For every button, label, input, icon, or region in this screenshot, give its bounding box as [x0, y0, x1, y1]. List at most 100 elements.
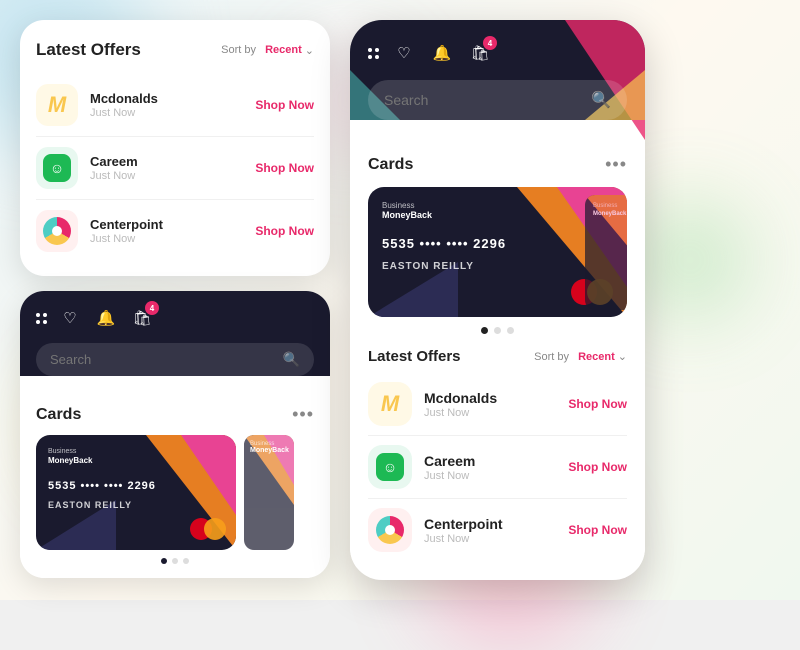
- heart-icon[interactable]: ♡: [57, 305, 83, 331]
- grid-icon: [36, 313, 47, 324]
- right-cards-title: Cards: [368, 156, 413, 174]
- offer-time: Just Now: [90, 233, 255, 245]
- card-dot-3[interactable]: [183, 558, 189, 564]
- right-phone: ♡ 🔔 🛍 4 🔍 Cards •••: [350, 20, 645, 580]
- right-offer-name-mcd: Mcdonalds: [424, 390, 568, 406]
- grid-icon: [368, 48, 379, 59]
- right-offer-cp: Centerpoint Just Now Shop Now: [368, 501, 627, 559]
- bottom-dark-header: ♡ 🔔 🛍 4 🔍: [20, 291, 330, 376]
- right-offer-name-careem: Careem: [424, 453, 568, 469]
- divider: [36, 199, 314, 200]
- card-content: Business MoneyBack 5535 •••• •••• 2296 E…: [48, 447, 224, 510]
- right-offer-time-cp: Just Now: [424, 533, 568, 545]
- right-credit-card[interactable]: Business MoneyBack 5535 •••• •••• 2296 E…: [368, 187, 627, 317]
- right-sort-recent[interactable]: Recent: [578, 351, 615, 363]
- bell-icon[interactable]: 🔔: [429, 40, 455, 66]
- right-card-dot-3[interactable]: [507, 327, 514, 334]
- rcc-holder-name: EASTON REILLY: [382, 261, 613, 272]
- dark-icons-row: ♡ 🔔 🛍 4: [36, 305, 314, 331]
- cp-inner-circle: [52, 226, 62, 236]
- offer-item-careem: ☺ Careem Just Now Shop Now: [36, 139, 314, 197]
- right-mcd-letter: M: [381, 391, 399, 417]
- top-phone-title: Latest Offers: [36, 40, 141, 60]
- right-offer-mcd: M Mcdonalds Just Now Shop Now: [368, 375, 627, 433]
- offer-time: Just Now: [90, 107, 255, 119]
- divider: [368, 435, 627, 436]
- divider: [36, 136, 314, 137]
- shop-now-button-cp[interactable]: Shop Now: [255, 224, 314, 238]
- cards-title: Cards: [36, 406, 81, 424]
- offer-name: Careem: [90, 154, 255, 169]
- top-phone: Latest Offers Sort by Recent ⌄ M Mcdonal…: [20, 20, 330, 276]
- card-dot-2[interactable]: [172, 558, 178, 564]
- right-careem-logo: ☺: [368, 445, 412, 489]
- offer-info-cp: Centerpoint Just Now: [90, 217, 255, 245]
- offer-info-mcd: Mcdonalds Just Now: [90, 91, 255, 119]
- bell-icon[interactable]: 🔔: [93, 305, 119, 331]
- page: Latest Offers Sort by Recent ⌄ M Mcdonal…: [0, 0, 800, 600]
- offer-item-cp: Centerpoint Just Now Shop Now: [36, 202, 314, 260]
- divider: [368, 498, 627, 499]
- right-offer-careem: ☺ Careem Just Now Shop Now: [368, 438, 627, 496]
- right-offer-info-mcd: Mcdonalds Just Now: [424, 390, 568, 419]
- right-cp-icon: [376, 516, 404, 544]
- right-cp-inner: [385, 525, 395, 535]
- right-card-dot-1[interactable]: [481, 327, 488, 334]
- sort-recent-value[interactable]: Recent: [265, 44, 302, 56]
- credit-card[interactable]: Business MoneyBack 5535 •••• •••• 2296 E…: [36, 435, 236, 550]
- right-card-dot-2[interactable]: [494, 327, 501, 334]
- right-sort-by: Sort by Recent ⌄: [534, 350, 627, 363]
- top-phone-header: Latest Offers Sort by Recent ⌄: [36, 40, 314, 60]
- shop-now-button-careem[interactable]: Shop Now: [255, 161, 314, 175]
- offer-item-mcd: M Mcdonalds Just Now Shop Now: [36, 76, 314, 134]
- more-options-button[interactable]: •••: [292, 404, 314, 425]
- credit-card-wrapper: Business MoneyBack 5535 •••• •••• 2296 E…: [36, 435, 314, 550]
- chevron-down-icon: ⌄: [618, 350, 627, 363]
- heart-icon[interactable]: ♡: [391, 40, 417, 66]
- right-dark-header: ♡ 🔔 🛍 4 🔍: [350, 20, 645, 120]
- offer-name: Mcdonalds: [90, 91, 255, 106]
- right-offer-info-cp: Centerpoint Just Now: [424, 516, 568, 545]
- search-icon: 🔍: [283, 351, 300, 368]
- mini-card-label-line2: MoneyBack: [250, 447, 289, 454]
- search-input[interactable]: [384, 92, 581, 108]
- mcd-letter: M: [48, 92, 66, 118]
- right-search-bar[interactable]: 🔍: [368, 80, 627, 120]
- right-offer-time-careem: Just Now: [424, 470, 568, 482]
- bottom-phone: ♡ 🔔 🛍 4 🔍 Cards •••: [20, 291, 330, 578]
- right-offer-time-mcd: Just Now: [424, 407, 568, 419]
- mc-yellow-circle: [204, 518, 226, 540]
- mastercard-logo: [190, 518, 226, 540]
- card-pagination-dots: [36, 558, 314, 564]
- left-column: Latest Offers Sort by Recent ⌄ M Mcdonal…: [20, 20, 330, 580]
- right-shop-now-careem[interactable]: Shop Now: [568, 460, 627, 474]
- right-shop-now-cp[interactable]: Shop Now: [568, 523, 627, 537]
- offer-name: Centerpoint: [90, 217, 255, 232]
- search-icon: 🔍: [591, 90, 611, 110]
- card-mini: Business MoneyBack: [244, 435, 294, 550]
- right-offers-header: Latest Offers Sort by Recent ⌄: [368, 348, 627, 365]
- card-type-label: Business MoneyBack: [48, 447, 224, 466]
- right-cp-logo: [368, 508, 412, 552]
- shop-now-button-mcd[interactable]: Shop Now: [255, 98, 314, 112]
- right-careem-icon: ☺: [376, 453, 404, 481]
- rcc-type-label: Business MoneyBack: [382, 201, 613, 220]
- bag-icon[interactable]: 🛍 4: [467, 40, 493, 66]
- notification-badge: 4: [483, 36, 497, 50]
- card-dot-1[interactable]: [161, 558, 167, 564]
- mcd-logo: M: [36, 84, 78, 126]
- right-cards-header: Cards •••: [368, 154, 627, 175]
- rcc-number: 5535 •••• •••• 2296: [382, 236, 613, 251]
- bottom-search-bar[interactable]: 🔍: [36, 343, 314, 376]
- right-offers-title: Latest Offers: [368, 348, 461, 365]
- cp-circle-icon: [43, 217, 71, 245]
- cards-section: Cards ••• Business MoneyBack 553: [20, 390, 330, 578]
- offer-info-careem: Careem Just Now: [90, 154, 255, 182]
- chevron-down-icon: ⌄: [305, 44, 314, 57]
- right-more-options-button[interactable]: •••: [605, 154, 627, 175]
- right-shop-now-mcd[interactable]: Shop Now: [568, 397, 627, 411]
- bag-icon[interactable]: 🛍 4: [129, 305, 155, 331]
- search-input[interactable]: [50, 352, 275, 367]
- right-card-dots: [368, 327, 627, 334]
- cards-section-header: Cards •••: [36, 404, 314, 425]
